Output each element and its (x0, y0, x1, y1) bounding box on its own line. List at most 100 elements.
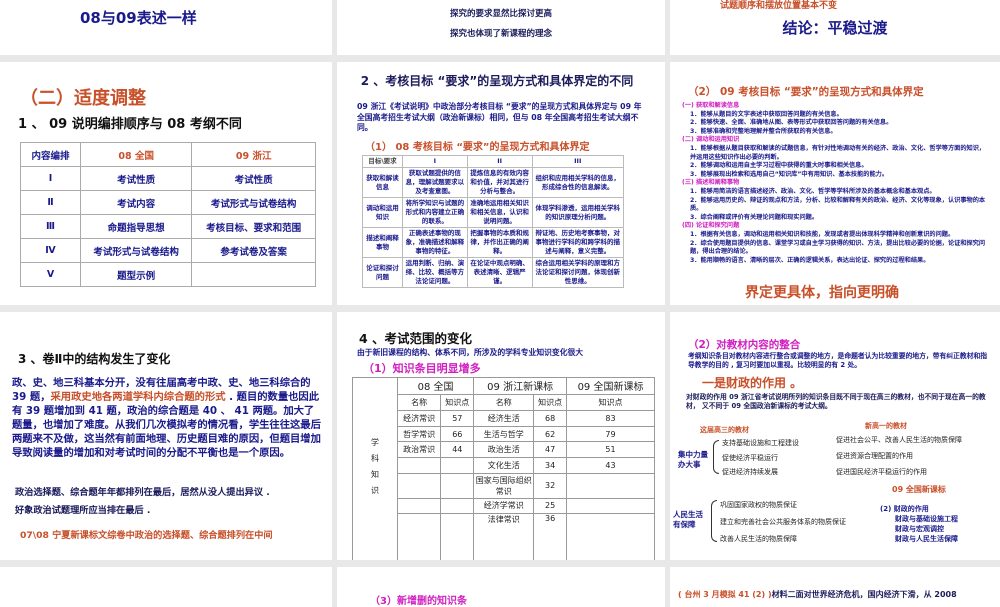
cell: Ⅲ (20, 214, 81, 239)
cell: 辩证地、历史地考察事物，对事物进行学科的和跨学科的描述与阐释，意义完整。 (531, 227, 625, 258)
cell: 准确地运用相关知识和相关信息，认识和说明问题。 (466, 197, 533, 228)
slide-thumbnail[interactable]: （2） 09 考核目标 “要求”的呈现方式和具体界定 (一) 获取和解读信息 1… (670, 62, 1000, 305)
slide-note: 07\08 宁夏新课标文综卷中政治的选择题、综合题排列在中间 (20, 530, 273, 541)
slide-thumbnail[interactable]: （二）适度调整 1 、 09 说明编排顺序与 08 考纲不同 内容编排 08 全国… (0, 62, 332, 305)
cell: 57 (440, 409, 475, 427)
cell: 47 (533, 441, 568, 459)
slide-note: 试题顺序和摆放位置基本不变 (720, 1, 838, 11)
slide-thumbnail[interactable] (0, 567, 332, 607)
list-item: 1．根据有关信息，调动和运用相关知识和技能，发现或者提出体现科学精神和创新意识的… (690, 230, 955, 238)
list-item: 2．综合使用题目提供的信息、课堂学习或自主学习获得的知识、方法，提出比较必要的论… (690, 239, 986, 256)
cell: 国家与国际组织常识 (473, 473, 535, 499)
list-item: 促进国民经济平稳运行的作用 (836, 468, 927, 476)
new-label: 新高一的教材 (865, 422, 907, 430)
slide-title: 2 、考核目标 “要求”的呈现方式和具体界定的不同 (360, 74, 634, 88)
group-label: 集中力量办大事 (678, 450, 708, 469)
brace-icon (713, 440, 719, 474)
cell: 36 (533, 513, 568, 560)
slide-conclusion: 结论：平稳过渡 (782, 19, 888, 37)
cell: 调动和运用知识 (362, 197, 403, 228)
cell: 25 (533, 497, 568, 515)
group-header: 08 全国 (396, 377, 475, 395)
list-head: (2) 财政的作用 (880, 505, 929, 513)
cell: 51 (566, 441, 655, 459)
header-cell: II (466, 155, 533, 168)
slide-point: 一是财政的作用 。 (702, 376, 803, 390)
cell: 运用判断、归纳、演绎、比较、概括等方法论证问题。 (402, 257, 468, 288)
cell: 考试性质 (79, 166, 193, 191)
slide-thumbnail[interactable]: （2）对教材内容的整合 考纲知识条目对教材内容进行整合或调整的地方，是命题者认为… (670, 312, 1000, 560)
header-cell: 内容编排 (20, 142, 81, 167)
section-head: (二) 调动和运用知识 (682, 136, 740, 144)
cell: Ⅴ (20, 262, 81, 287)
header-cell: 09 浙江 (191, 142, 316, 167)
list-item: 促进经济持续发展 (722, 468, 778, 476)
slide-subtitle: 1 、 09 说明编排顺序与 08 考纲不同 (18, 117, 242, 132)
list-item: 2．能够运用历史的、辩证的观点和方法，分析、比较和解释有关的政治、经济、文化等现… (690, 196, 986, 213)
slide-thumbnail[interactable]: 试题顺序和摆放位置基本不变 结论：平稳过渡 (670, 0, 1000, 55)
col-header: 知识点 (440, 393, 475, 411)
cell (566, 497, 655, 515)
col-header: 知识点 (566, 393, 655, 411)
slide-thumbnail[interactable]: 4 、考试范围的变化 由于新旧课程的结构、体系不同，所涉及的学科专业知识变化很大… (337, 312, 665, 560)
slide-paragraph: 考纲知识条目对教材内容进行整合或调整的地方，是命题者认为比较重要的地方，带有纠正… (688, 352, 988, 369)
cell: 考试形式与试卷结构 (191, 190, 316, 215)
list-item: 财政与宏观调控 (895, 525, 944, 533)
slide-thumbnail[interactable]: 3 、卷Ⅱ中的结构发生了变化 政、史、地三科基本分开，没有往届高考中政、史、地三… (0, 312, 332, 560)
side-label: 学科知识 (352, 377, 398, 560)
col-header: 知识点 (533, 393, 568, 411)
para-highlight: 采用政史地各两道学科内综合题的形式 (50, 391, 226, 403)
cell: 把握事物的本质和规律，并作出正确的阐释。 (466, 227, 533, 258)
cell: 考试性质 (191, 166, 316, 191)
material-text: 材料二面对世界经济危机，国内经济下滑，从 2008 (771, 590, 957, 599)
national-label: 09 全国新课标 (892, 485, 946, 494)
brace-icon (711, 500, 717, 542)
cell: 论证和探讨问题 (362, 257, 403, 288)
slide-title: 4 、考试范围的变化 (359, 331, 473, 346)
list-item: 3．能用顺畅的语言、清晰的层次、正确的逻辑关系，表达出论证、探究的过程和结果。 (690, 256, 930, 264)
col-header: 名称 (396, 393, 442, 411)
cell: Ⅰ (20, 166, 81, 191)
slide-thumbnail[interactable]: 探究的要求显然比探讨更高 探究也体现了新课程的理念 (337, 0, 665, 55)
group-header: 09 全国新课标 (566, 377, 655, 395)
knowledge-table: 学科知识 08 全国 09 浙江新课标 09 全国新课标 名称 知识点 名称 知识点 知识点 … (352, 377, 655, 560)
cell: 83 (566, 409, 655, 427)
slide-thumbnail[interactable]: ( 台州 3 月模拟 41 (2) )材料二面对世界经济危机，国内经济下滑，从 … (670, 567, 1000, 607)
cell: 获取试题提供的信息，理解试题要求以及考查意图。 (402, 167, 468, 198)
slide-thumbnail[interactable]: 08与09表述一样 (0, 0, 332, 55)
slide-text: 探究也体现了新课程的理念 (449, 29, 552, 39)
cell: 考核目标、要求和范围 (191, 214, 316, 239)
slide-title: （二）适度调整 (20, 88, 146, 109)
cell: 综合运用相关学科的原理和方法论证和探讨问题，体现创新性思维。 (531, 257, 625, 288)
old-label: 这届高三的教材 (700, 426, 749, 434)
national-list: (2) 财政的作用 财政与基础设施工程 财政与宏观调控 财政与人民生活保障 (880, 504, 958, 544)
list-item: 财政与人民生活保障 (895, 535, 958, 543)
list-item: 1．能够从题目的文字表述中获取回答问题的有关信息。 (690, 110, 843, 118)
cell (396, 497, 442, 515)
list-item: 改善人民生活的物质保障 (720, 535, 797, 543)
slide-line: 政治选择题、综合题年年都排列在最后，居然从没人提出异议 . (15, 487, 270, 498)
header-cell: 目标\要求 (362, 155, 403, 168)
cell: 政治常识 (396, 441, 442, 459)
cell: 将所学知识与试题的形式和内容建立正确的联系。 (402, 197, 468, 228)
group-items: 巩固国家政权的物质保证 建立和完善社会公共服务体系的物质保证 改善人民生活的物质保障 (720, 497, 846, 548)
list-item: 建立和完善社会公共服务体系的物质保证 (720, 518, 846, 526)
cell (396, 513, 442, 560)
slide-title: （2）对教材内容的整合 (688, 339, 801, 351)
slide-text: 探究的要求显然比探讨更高 (449, 9, 552, 19)
list-item: 支持基础设施和工程建设 (722, 439, 799, 447)
cell: 提炼信息的有效内容和价值，并对其进行分析与整合。 (466, 167, 533, 198)
slide-thumbnail[interactable]: 2 、考核目标 “要求”的呈现方式和具体界定的不同 09 浙江《考试说明》中政治… (337, 62, 665, 305)
goals-list: (一) 获取和解读信息 1．能够从题目的文字表述中获取回答问题的有关信息。 2．… (682, 102, 987, 265)
cell: 文化生活 (473, 457, 535, 475)
cell: 考试内容 (79, 190, 193, 215)
cell (440, 513, 475, 560)
cell: 正确表述事物的现象，准确描述和解释事物的特征。 (402, 227, 468, 258)
cell: 哲学常识 (396, 425, 442, 443)
cell: 79 (566, 425, 655, 443)
cell: 获取和解读信息 (362, 167, 403, 198)
cell: 经济学常识 (473, 497, 535, 515)
slide-thumbnail[interactable]: （3）新增删的知识条 (337, 567, 665, 607)
slide-paragraph: 09 浙江《考试说明》中政治部分考核目标 “要求”的呈现方式和具体界定与 09 … (357, 102, 642, 132)
slide-paragraph: 对财政的作用 09 浙江省考试说明所列的知识条目既不同于现在高三的教材，也不同于… (686, 393, 986, 410)
